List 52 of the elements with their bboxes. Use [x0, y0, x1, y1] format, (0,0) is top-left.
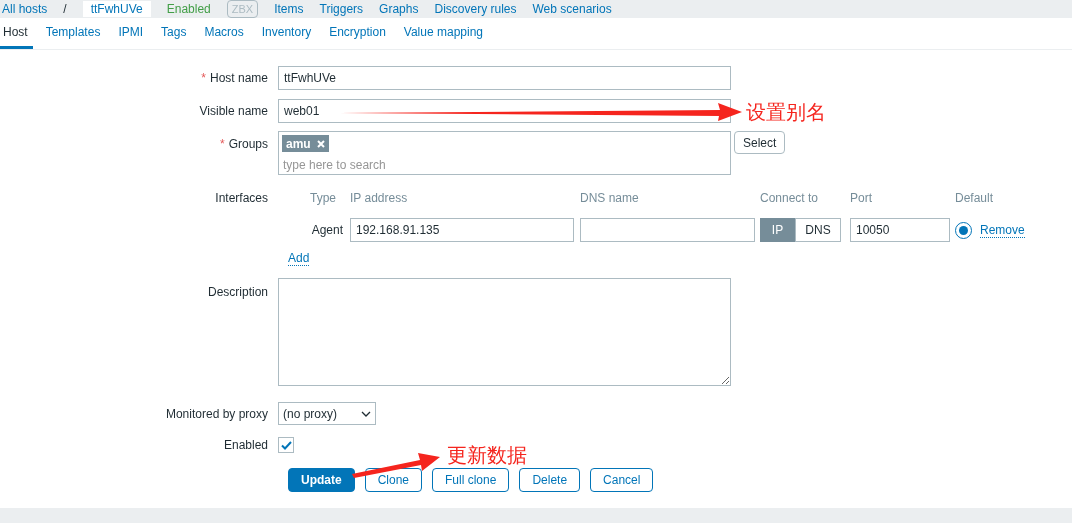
nav-link[interactable]: Web scenarios — [532, 1, 612, 17]
column-header: IP address — [350, 190, 409, 207]
column-header: Default — [955, 190, 994, 207]
remove-link[interactable]: Remove — [980, 222, 1025, 238]
breadcrumb-text: / — [63, 1, 67, 17]
annotation-text: 设置别名 — [746, 100, 826, 124]
host-name-field[interactable]: ttFwhUVe — [278, 65, 731, 90]
field-label: Enabled — [223, 437, 268, 454]
form-button[interactable]: Cancel — [590, 468, 654, 492]
nav-link[interactable]: Discovery rules — [434, 1, 517, 17]
column-header: Connect to — [760, 190, 820, 207]
proxy-dropdown[interactable]: (no proxy) — [278, 402, 376, 425]
groups-field[interactable]: amu type here to search — [278, 131, 731, 175]
column-header: Port — [850, 190, 873, 207]
form-button[interactable]: Update — [288, 468, 355, 492]
group-tag: amu — [282, 135, 329, 152]
column-header: DNS name — [580, 190, 640, 207]
field-label: Interfaces — [215, 190, 268, 207]
nav-link[interactable]: Items — [274, 1, 304, 17]
nav-link[interactable]: Triggers — [319, 1, 364, 17]
tab[interactable]: IPMI — [113, 18, 149, 49]
required-mark: * — [219, 136, 225, 153]
interface-type: Agent — [310, 222, 344, 239]
connect-toggle[interactable]: IP — [760, 218, 795, 242]
required-mark: * — [201, 69, 206, 87]
form-button[interactable]: Full clone — [432, 468, 510, 492]
tab[interactable]: Host — [0, 18, 33, 49]
connect-toggle[interactable]: DNS — [795, 218, 841, 242]
field-label: Description — [207, 284, 268, 301]
field-label: Monitored by proxy — [165, 405, 268, 423]
tab[interactable]: Inventory — [256, 18, 317, 49]
column-header: Type — [309, 190, 337, 207]
agent-badge: ZBX — [226, 0, 259, 18]
tab[interactable]: Macros — [199, 18, 249, 49]
port-field[interactable]: 10050 — [850, 218, 950, 242]
nav-link[interactable]: All hosts — [2, 1, 48, 17]
tab[interactable]: Templates — [40, 18, 106, 49]
breadcrumb-text: ttFwhUVe — [82, 1, 151, 17]
tab[interactable]: Value mapping — [398, 18, 488, 49]
tab[interactable]: Encryption — [324, 18, 391, 49]
breadcrumb-text: Enabled — [166, 1, 211, 17]
ip-address-field[interactable]: 192.168.91.135 — [350, 218, 574, 242]
add-link[interactable]: Add — [288, 251, 310, 266]
field-label: Visible name — [199, 102, 268, 120]
annotation-text: 更新数据 — [447, 443, 527, 467]
form-button[interactable]: Delete — [519, 468, 581, 492]
nav-link[interactable]: Graphs — [379, 1, 419, 17]
search-placeholder: type here to search — [283, 157, 387, 174]
tab[interactable]: Tags — [156, 18, 192, 49]
field-label: Host name — [209, 69, 268, 87]
field-label: Groups — [228, 136, 268, 153]
select-button[interactable]: Select — [734, 131, 786, 154]
